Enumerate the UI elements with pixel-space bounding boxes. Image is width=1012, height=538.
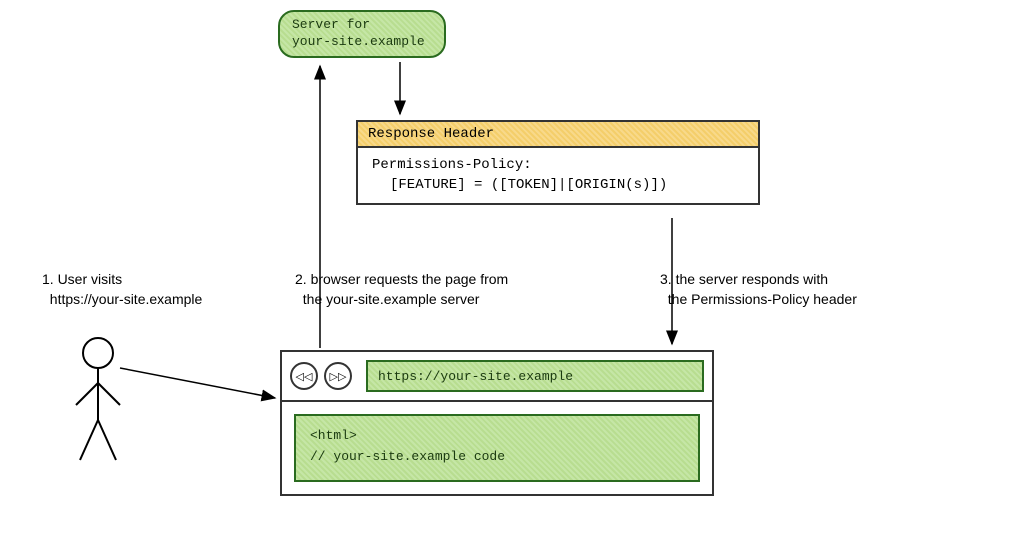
response-line1: Permissions-Policy: [372, 156, 744, 176]
step-2-label: 2. browser requests the page from the yo… [295, 270, 575, 309]
server-box: Server for your-site.example [278, 10, 446, 58]
response-header-box: Response Header Permissions-Policy: [FEA… [356, 120, 760, 205]
response-line2: [FEATURE] = ([TOKEN]|[ORIGIN(s)]) [372, 176, 744, 196]
server-line1: Server for [292, 17, 370, 32]
forward-icon: ▷▷ [330, 370, 347, 383]
browser-body: <html> // your-site.example code [282, 402, 712, 494]
arrow-user-to-browser [120, 368, 275, 398]
user-stick-figure [68, 335, 128, 465]
code-line2: // your-site.example code [310, 447, 684, 468]
url-bar[interactable]: https://your-site.example [366, 360, 704, 392]
forward-button[interactable]: ▷▷ [324, 362, 352, 390]
step-3-label: 3. the server responds with the Permissi… [660, 270, 940, 309]
back-icon: ◁◁ [296, 370, 313, 383]
code-line1: <html> [310, 426, 684, 447]
browser-toolbar: ◁◁ ▷▷ https://your-site.example [282, 352, 712, 402]
browser-window: ◁◁ ▷▷ https://your-site.example <html> /… [280, 350, 714, 496]
back-button[interactable]: ◁◁ [290, 362, 318, 390]
step-1-label: 1. User visits https://your-site.example [42, 270, 262, 309]
server-line2: your-site.example [292, 34, 425, 49]
response-header-title: Response Header [358, 122, 758, 148]
page-code-area: <html> // your-site.example code [294, 414, 700, 482]
